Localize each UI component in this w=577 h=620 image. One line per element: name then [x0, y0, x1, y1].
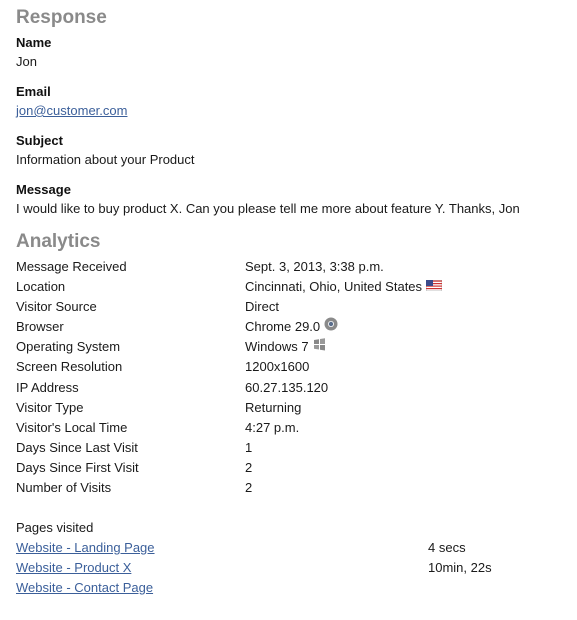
field-email: Email jon@customer.com [16, 83, 574, 119]
page-row: Website - Product X 10min, 22s [16, 558, 574, 578]
analytics-key: Days Since First Visit [16, 459, 139, 475]
page-row: Website - Landing Page 4 secs [16, 538, 574, 558]
field-label: Name [16, 35, 52, 50]
analytics-key: Number of Visits [16, 480, 112, 496]
analytics-row: IP Address 60.27.135.120 [16, 378, 574, 398]
analytics-value: 2 [245, 459, 253, 475]
analytics-table: Message Received Sept. 3, 2013, 3:38 p.m… [16, 257, 574, 498]
field-value: Jon [16, 54, 37, 69]
page-time: 10min, 22s [428, 560, 492, 576]
windows-icon [313, 337, 326, 357]
field-subject: Subject Information about your Product [16, 132, 574, 168]
analytics-key: Message Received [16, 259, 127, 274]
chrome-icon [324, 317, 338, 337]
field-label: Subject [16, 133, 63, 148]
analytics-value: 1 [245, 439, 253, 455]
analytics-value: 1200x1600 [245, 359, 310, 375]
analytics-key: IP Address [16, 379, 79, 395]
analytics-key: Days Since Last Visit [16, 439, 138, 455]
analytics-value: Sept. 3, 2013, 3:38 p.m. [245, 259, 384, 274]
analytics-row: Visitor Type Returning [16, 398, 574, 418]
analytics-row: Message Received Sept. 3, 2013, 3:38 p.m… [16, 257, 574, 277]
analytics-value: 60.27.135.120 [245, 379, 329, 395]
analytics-key: Visitor's Local Time [16, 419, 128, 435]
analytics-value: 4:27 p.m. [245, 419, 300, 435]
page-row: Website - Contact Page [16, 578, 574, 598]
analytics-row: Operating System Windows 7 [16, 337, 574, 357]
us-flag-icon [425, 277, 443, 297]
analytics-row: Visitor's Local Time 4:27 p.m. [16, 418, 574, 438]
field-value: Information about your Product [16, 152, 195, 167]
response-heading: Response [16, 7, 107, 28]
analytics-key: Visitor Source [16, 299, 97, 315]
analytics-value: Windows 7 [245, 339, 309, 355]
page-time: 4 secs [428, 540, 466, 556]
analytics-key: Screen Resolution [16, 359, 123, 375]
field-label: Message [16, 182, 71, 197]
field-label: Email [16, 84, 51, 99]
analytics-value: Chrome 29.0 [245, 319, 321, 335]
field-name: Name Jon [16, 34, 574, 70]
analytics-key: Location [16, 279, 66, 295]
field-value: I would like to buy product X. Can you p… [16, 201, 520, 216]
analytics-section: Analytics Message Received Sept. 3, 2013… [16, 230, 574, 498]
analytics-row: Location Cincinnati, Ohio, United States [16, 277, 574, 297]
analytics-value: Direct [245, 299, 279, 315]
analytics-key: Visitor Type [16, 399, 84, 415]
analytics-value: 2 [245, 480, 253, 496]
page-link-landing[interactable]: Website - Landing Page [16, 540, 155, 555]
analytics-value: Cincinnati, Ohio, United States [245, 279, 423, 295]
page-link-product[interactable]: Website - Product X [16, 560, 131, 575]
analytics-row: Days Since Last Visit 1 [16, 438, 574, 458]
analytics-key: Browser [16, 319, 64, 335]
analytics-row: Number of Visits 2 [16, 478, 574, 498]
response-panel: Response Name Jon Email jon@customer.com… [16, 6, 574, 598]
email-link[interactable]: jon@customer.com [16, 103, 127, 118]
analytics-heading: Analytics [16, 231, 101, 252]
analytics-value: Returning [245, 399, 302, 415]
analytics-row: Days Since First Visit 2 [16, 458, 574, 478]
page-link-contact[interactable]: Website - Contact Page [16, 580, 153, 595]
pages-visited-title: Pages visited [16, 520, 94, 536]
field-message: Message I would like to buy product X. C… [16, 181, 574, 217]
analytics-key: Operating System [16, 339, 121, 355]
analytics-row: Browser Chrome 29.0 [16, 317, 574, 337]
analytics-row: Visitor Source Direct [16, 297, 574, 317]
pages-visited-section: Pages visited Website - Landing Page 4 s… [16, 518, 574, 598]
analytics-row: Screen Resolution 1200x1600 [16, 357, 574, 377]
